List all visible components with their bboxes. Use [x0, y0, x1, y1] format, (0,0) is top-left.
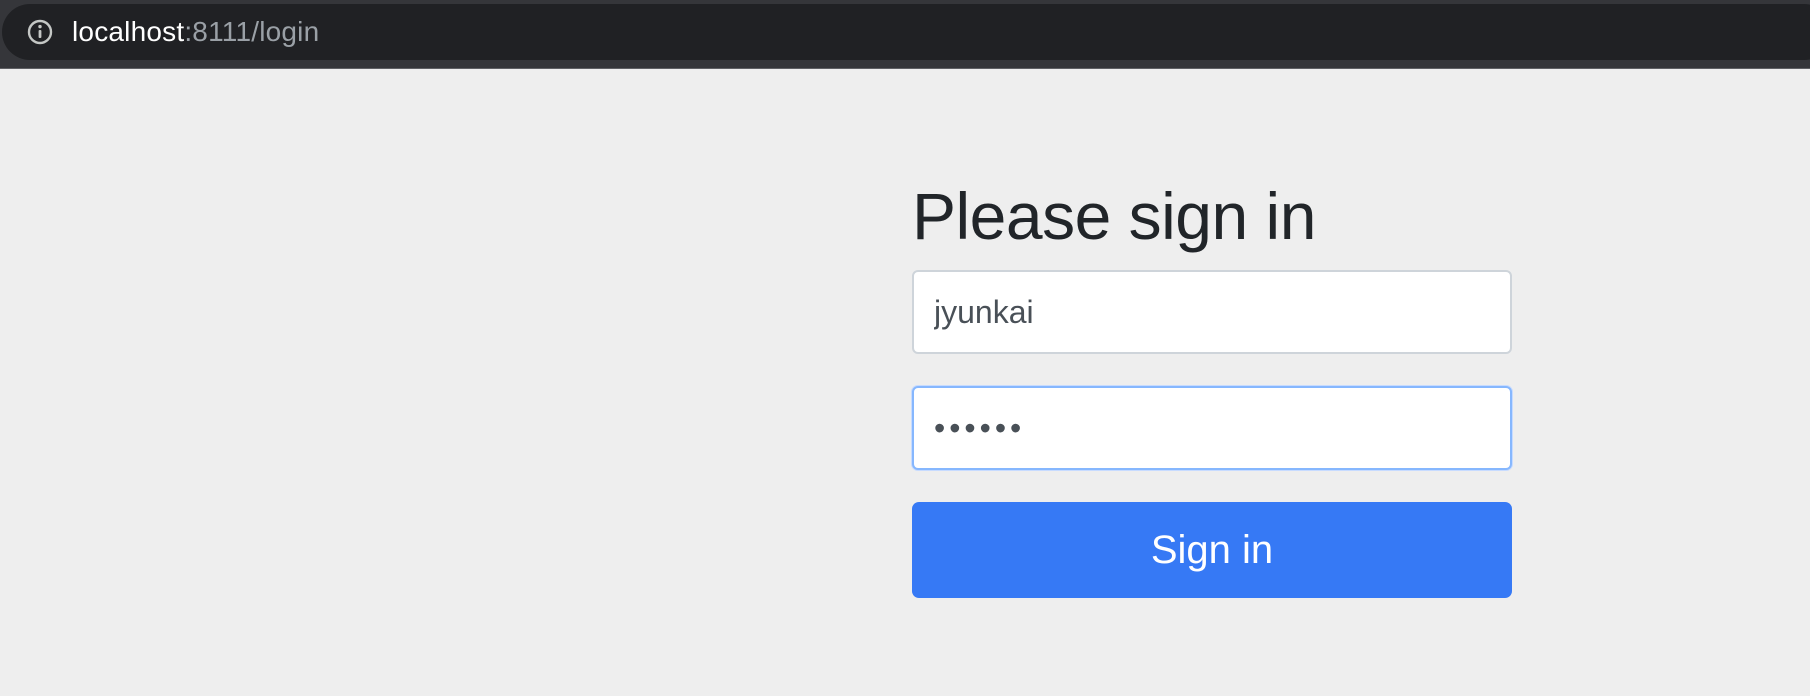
info-circle-icon[interactable]: [26, 18, 54, 46]
url-host: localhost: [72, 16, 185, 47]
url-path: :8111/login: [184, 16, 320, 47]
username-input[interactable]: [912, 270, 1512, 354]
browser-toolbar: localhost:8111/login: [0, 0, 1810, 69]
url-text: localhost:8111/login: [72, 16, 319, 48]
address-bar[interactable]: localhost:8111/login: [2, 4, 1810, 60]
sign-in-button[interactable]: Sign in: [912, 502, 1512, 598]
password-input[interactable]: [912, 386, 1512, 470]
sign-in-form: Please sign in Sign in: [912, 179, 1512, 598]
page-title: Please sign in: [912, 179, 1316, 253]
